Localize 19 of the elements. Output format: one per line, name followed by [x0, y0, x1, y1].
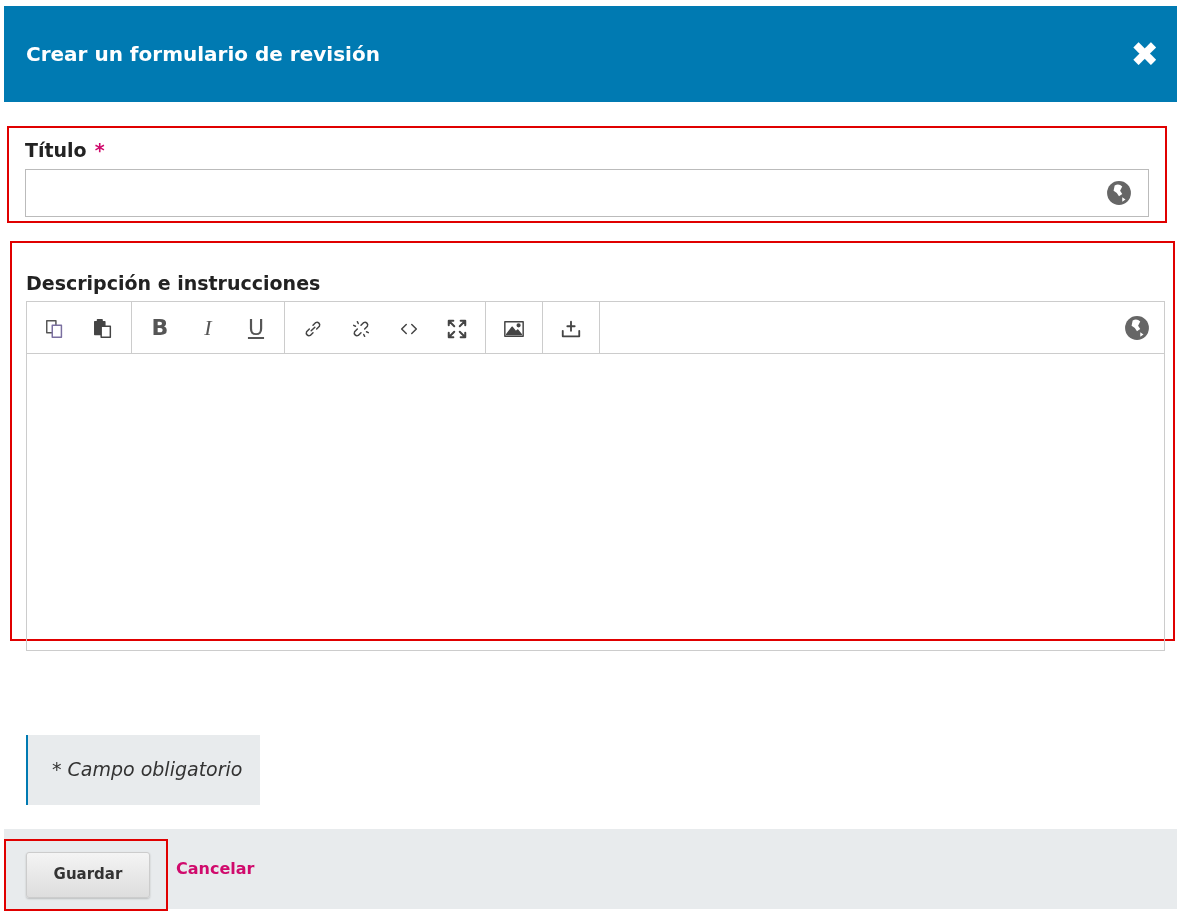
- bold-button[interactable]: B: [136, 302, 184, 353]
- paste-icon: [92, 318, 114, 340]
- image-icon: [503, 318, 525, 340]
- required-note: * Campo obligatorio: [52, 757, 243, 783]
- field-label: Título: [25, 138, 87, 163]
- globe-icon[interactable]: [1106, 179, 1132, 206]
- cancel-link[interactable]: Cancelar: [176, 856, 255, 881]
- title-input[interactable]: [25, 168, 1149, 217]
- underline-button[interactable]: U: [232, 302, 280, 353]
- globe-icon[interactable]: [1124, 314, 1150, 341]
- broken-link-icon: [350, 318, 372, 340]
- close-button[interactable]: ✖: [1130, 37, 1159, 71]
- required-mark: *: [94, 138, 105, 163]
- field-label: Descripción e instrucciones: [26, 270, 322, 296]
- upload-icon: [560, 318, 582, 340]
- fullscreen-icon: [446, 318, 468, 340]
- dialog-title: Crear un formulario de revisión: [26, 41, 380, 68]
- save-button[interactable]: Guardar: [26, 851, 150, 898]
- italic-button[interactable]: I: [184, 302, 232, 353]
